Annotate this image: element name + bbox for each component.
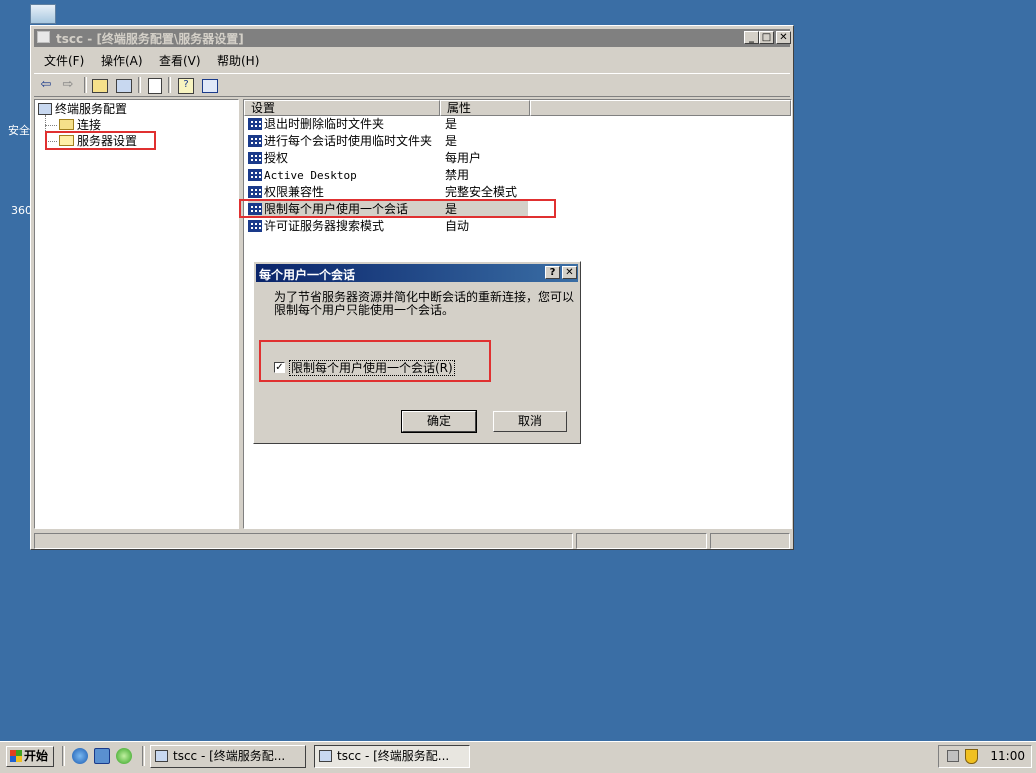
maximize-button[interactable]: □ xyxy=(759,31,774,44)
list-row[interactable]: 许可证服务器搜索模式 自动 xyxy=(248,218,469,235)
list-row[interactable]: Active Desktop 禁用 xyxy=(248,167,469,184)
task-label: tscc - [终端服务配... xyxy=(173,749,286,763)
dialog-help-button[interactable]: ? xyxy=(545,266,560,279)
status-panel xyxy=(34,533,573,549)
row-name: 权限兼容性 xyxy=(264,185,325,199)
row-value: 是 xyxy=(445,134,458,148)
menu-file[interactable]: 文件(F) xyxy=(44,52,84,69)
tree-root[interactable]: 终端服务配置 xyxy=(38,101,127,117)
minimize-button[interactable]: _ xyxy=(744,31,759,44)
menu-view[interactable]: 查看(V) xyxy=(159,52,201,69)
taskbar-task-active[interactable]: tscc - [终端服务配... xyxy=(314,745,470,768)
folder-icon xyxy=(59,119,74,130)
tree-item-label: 连接 xyxy=(77,118,102,132)
status-panel xyxy=(710,533,790,549)
start-button[interactable]: 开始 xyxy=(6,746,54,767)
row-name: Active Desktop xyxy=(264,169,357,182)
export-list-icon[interactable] xyxy=(148,78,162,94)
refresh-icon[interactable] xyxy=(116,748,132,764)
row-value: 自动 xyxy=(445,219,470,233)
properties-icon[interactable] xyxy=(202,79,218,93)
recycle-bin-icon[interactable] xyxy=(30,4,56,24)
menubar: 文件(F) 操作(A) 查看(V) 帮助(H) xyxy=(34,49,790,69)
window-title: tscc - [终端服务配置\服务器设置] xyxy=(56,32,244,46)
column-header-empty[interactable] xyxy=(530,100,791,116)
tree-pane: 终端服务配置 连接 服务器设置 xyxy=(34,99,239,529)
toolbar: ⇦ ⇨ ? xyxy=(34,73,790,97)
menu-action[interactable]: 操作(A) xyxy=(101,52,143,69)
dialog-message: 为了节省服务器资源并简化中断会话的重新连接，您可以限制每个用户只能使用一个会话。 xyxy=(274,290,575,317)
list-row[interactable]: 进行每个会话时使用临时文件夹是 xyxy=(248,133,457,150)
column-header-setting[interactable]: 设置 xyxy=(244,100,440,116)
cancel-button[interactable]: 取消 xyxy=(493,411,567,432)
row-value: 是 xyxy=(445,117,458,131)
column-header-attribute[interactable]: 属性 xyxy=(440,100,530,116)
status-panel xyxy=(576,533,707,549)
list-row[interactable]: 授权 每用户 xyxy=(248,150,481,167)
desktop-label-security[interactable]: 安全 xyxy=(8,122,30,138)
row-value: 禁用 xyxy=(445,168,470,182)
tree-root-label: 终端服务配置 xyxy=(55,102,128,116)
list-row[interactable]: 退出时删除临时文件夹 是 xyxy=(248,116,457,133)
setting-icon xyxy=(248,169,262,181)
security-shield-icon[interactable] xyxy=(965,749,978,764)
annotation-box-row xyxy=(239,199,556,218)
back-arrow-icon[interactable]: ⇦ xyxy=(38,77,54,93)
annotation-box-tree xyxy=(45,131,156,150)
row-name: 退出时删除临时文件夹 xyxy=(264,117,385,131)
windows-logo-icon xyxy=(10,749,22,762)
annotation-box-checkbox xyxy=(259,340,491,382)
menu-help[interactable]: 帮助(H) xyxy=(217,52,259,69)
setting-icon xyxy=(248,134,262,147)
mmc-icon xyxy=(155,750,168,762)
row-value: 每用户 xyxy=(445,151,482,165)
window-titlebar[interactable]: tscc - [终端服务配置\服务器设置] _ □ ✕ xyxy=(34,29,791,47)
row-name: 进行每个会话时使用临时文件夹 xyxy=(264,134,433,148)
row-name: 许可证服务器搜索模式 xyxy=(264,219,385,233)
setting-icon xyxy=(248,219,262,232)
show-desktop-icon[interactable] xyxy=(94,748,110,764)
app-icon xyxy=(37,31,50,43)
setting-icon xyxy=(248,185,262,198)
network-icon[interactable] xyxy=(947,750,959,762)
setting-icon xyxy=(248,117,262,130)
desktop-label-360[interactable]: 360 xyxy=(11,204,32,217)
ok-button[interactable]: 确定 xyxy=(401,410,477,433)
system-tray: 11:00 xyxy=(938,745,1032,768)
dialog-title: 每个用户一个会话 xyxy=(259,268,356,282)
help-icon[interactable]: ? xyxy=(178,78,194,94)
row-name: 授权 xyxy=(264,151,289,165)
mmc-icon xyxy=(319,750,332,762)
dialog-titlebar[interactable]: 每个用户一个会话 ? ✕ xyxy=(256,264,578,282)
forward-arrow-icon[interactable]: ⇨ xyxy=(60,77,76,93)
task-label: tscc - [终端服务配... xyxy=(337,749,450,763)
ie-icon[interactable] xyxy=(72,748,88,764)
setting-icon xyxy=(248,151,262,164)
clock[interactable]: 11:00 xyxy=(990,746,1025,767)
taskbar: 开始 tscc - [终端服务配... tscc - [终端服务配... 11:… xyxy=(0,741,1036,773)
show-hide-tree-icon[interactable] xyxy=(116,79,132,93)
close-button[interactable]: ✕ xyxy=(776,31,791,44)
taskbar-task[interactable]: tscc - [终端服务配... xyxy=(150,745,306,768)
up-one-level-icon[interactable] xyxy=(92,79,108,93)
dialog-close-button[interactable]: ✕ xyxy=(562,266,577,279)
computer-icon xyxy=(38,102,52,115)
start-label: 开始 xyxy=(24,749,49,763)
